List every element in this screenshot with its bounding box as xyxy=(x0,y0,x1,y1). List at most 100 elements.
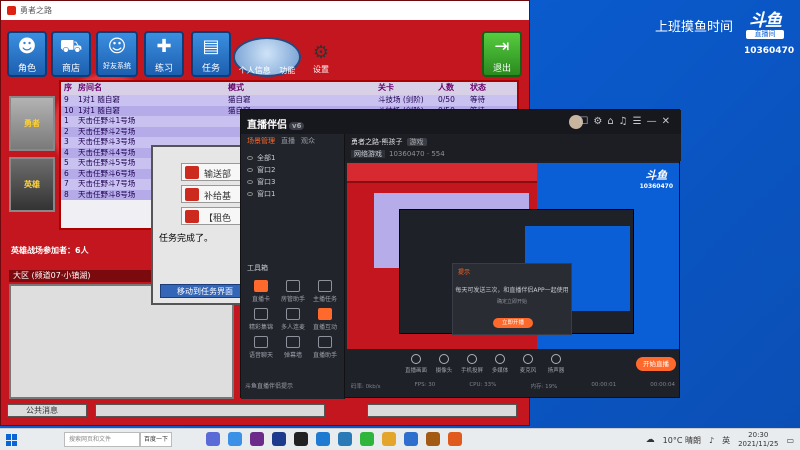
public-message-tab[interactable]: 公共消息 xyxy=(7,404,87,417)
room-category[interactable]: 网络游戏 xyxy=(351,150,385,158)
bottom-tools: 直播画面 摄像头 手机投屏 多媒体 麦克风 扬声器 xyxy=(405,354,567,374)
tool-label: 多人连麦 xyxy=(280,324,305,331)
edge-icon[interactable] xyxy=(316,432,330,446)
eye-icon[interactable] xyxy=(247,168,253,172)
stat-item: 码率: 0kb/s xyxy=(351,384,381,390)
qq-icon[interactable] xyxy=(294,432,308,446)
bottom-tool-icon xyxy=(439,354,449,364)
tool-item[interactable]: 弹幕墙 xyxy=(277,336,309,359)
taskbar-search-button[interactable]: 百度一下 xyxy=(140,432,172,447)
toolbar-task-button[interactable]: ▤ 任务 xyxy=(191,31,231,77)
game-app-icon[interactable] xyxy=(426,432,440,446)
tab-audience[interactable]: 观众 xyxy=(301,136,315,146)
tool-icon xyxy=(286,336,300,348)
task-view-icon[interactable] xyxy=(206,432,220,446)
cell-no: 8 xyxy=(64,189,69,199)
gear-icon: ⚙ xyxy=(312,42,330,63)
tool-item[interactable]: 多人连麦 xyxy=(277,308,309,331)
studio-app-icon[interactable] xyxy=(448,432,462,446)
bottom-tool[interactable]: 摄像头 xyxy=(433,354,455,374)
stat-item: 00:00:01 xyxy=(591,382,617,388)
table-header: 序 房间名 模式 关卡 人数 状态 xyxy=(61,82,517,95)
bottom-tool[interactable]: 直播画面 xyxy=(405,354,427,374)
eye-icon[interactable] xyxy=(247,192,253,196)
scene-item[interactable]: 窗口1 xyxy=(247,188,338,200)
browser-icon[interactable] xyxy=(338,432,352,446)
studio-titlebar[interactable]: 直播伴侣 v6 ☐⚙⌂♫☰—✕ xyxy=(241,110,681,134)
chat-input-secondary[interactable] xyxy=(367,404,517,417)
bottom-tool[interactable]: 手机投屏 xyxy=(461,354,483,374)
room-title: 勇者之路-熊孩子 游戏 xyxy=(351,137,427,147)
eye-icon[interactable] xyxy=(247,180,253,184)
premiere-icon[interactable] xyxy=(250,432,264,446)
monitor-icon[interactable] xyxy=(228,432,242,446)
side-avatars: 勇者 英雄 xyxy=(9,96,57,216)
douyu-app-icon[interactable] xyxy=(404,432,418,446)
studio-logo: 直播伴侣 v6 xyxy=(247,116,305,131)
eye-icon[interactable] xyxy=(247,156,253,160)
studio-version: v6 xyxy=(289,122,305,130)
folder-icon[interactable] xyxy=(382,432,396,446)
preview-logo-id: 10360470 xyxy=(639,183,673,190)
studio-notice[interactable]: 斗鱼直播伴侣提示 xyxy=(245,381,293,390)
bottom-tool[interactable]: 麦克风 xyxy=(517,354,539,374)
tool-item[interactable]: 直播互动 xyxy=(309,308,341,331)
avatar-hero[interactable]: 英雄 xyxy=(9,157,55,212)
bottom-tool[interactable]: 扬声器 xyxy=(545,354,567,374)
popup-ok-button[interactable]: 立即开播 xyxy=(493,318,533,328)
move-to-task-button[interactable]: 移动到任务界面 xyxy=(160,284,250,298)
tool-label: 主播任务 xyxy=(312,296,337,303)
taskbar-search-input[interactable]: 搜索网页和文件 xyxy=(64,432,140,447)
table-row[interactable]: 9 1对1 随自窘 猫自窘 斗技场 (剑阶) 0/50 等待 xyxy=(61,95,517,106)
preview-game-toolbar xyxy=(347,163,537,183)
tool-item[interactable]: 主播任务 xyxy=(309,280,341,303)
tool-label: 直播助手 xyxy=(312,352,337,359)
bottom-tool[interactable]: 多媒体 xyxy=(489,354,511,374)
studio-sidebar: 场景管理 直播 观众 全部1 窗口2 窗口3 窗口1 工具箱 直播卡 房管助手 主播… xyxy=(241,134,345,399)
temperature[interactable]: 10°C 晴朗 xyxy=(663,435,701,446)
windows-start-icon[interactable] xyxy=(6,434,18,446)
toolbar-role-button[interactable]: ☻ 角色 xyxy=(7,31,47,77)
notification-icon[interactable]: ▭ xyxy=(786,436,794,445)
chat-input[interactable] xyxy=(95,404,325,417)
toolbar-shop-button[interactable]: ⛟ 商店 xyxy=(51,31,91,77)
streaming-studio-window[interactable]: 直播伴侣 v6 ☐⚙⌂♫☰—✕ 场景管理 直播 观众 全部1 窗口2 窗口3 窗口… xyxy=(240,109,681,399)
settings-button[interactable]: ⚙ 设置 xyxy=(306,42,336,76)
room-meta: 网络游戏 10360470 · 554 xyxy=(351,149,445,159)
scene-item[interactable]: 窗口2 xyxy=(247,164,338,176)
photoshop-icon[interactable] xyxy=(272,432,286,446)
studio-window-controls[interactable]: ☐⚙⌂♫☰—✕ xyxy=(579,116,675,127)
mascot-menu[interactable]: 个人信息 功能 xyxy=(233,37,301,77)
preview-logo-mark: 斗鱼 xyxy=(645,169,668,182)
go-live-button[interactable]: 开始直播 xyxy=(636,357,676,371)
game-titlebar[interactable]: 勇者之路 xyxy=(1,1,529,20)
avatar-brave[interactable]: 勇者 xyxy=(9,96,55,151)
cell-no: 6 xyxy=(64,168,69,178)
toolbar-practice-button[interactable]: ✚ 练习 xyxy=(144,31,184,77)
tool-item[interactable]: 精彩集锦 xyxy=(245,308,277,331)
tool-label: 直播卡 xyxy=(251,296,270,303)
tab-scenes[interactable]: 场景管理 xyxy=(247,136,275,146)
tool-item[interactable]: 直播助手 xyxy=(309,336,341,359)
room-tag[interactable]: 游戏 xyxy=(406,138,427,146)
volume-icon[interactable]: ♪ xyxy=(709,436,714,445)
preview-logo: 斗鱼 10360470 xyxy=(640,167,673,190)
bottom-tool-label: 手机投屏 xyxy=(461,368,484,374)
cell-no: 2 xyxy=(64,126,69,136)
clock[interactable]: 20:30 2021/11/25 xyxy=(738,431,778,449)
tool-item[interactable]: 语音聊天 xyxy=(245,336,277,359)
toolbar-friends-button[interactable]: ☺ 好友系统 xyxy=(96,31,138,77)
stream-preview[interactable]: 提示 每天可发送三次，和直播伴侣APP一起使用 确定立即开始 立即开播 斗鱼 1… xyxy=(347,163,679,349)
weather-icon[interactable]: ☁ xyxy=(646,435,655,445)
scene-item[interactable]: 窗口3 xyxy=(247,176,338,188)
studio-app-name: 直播伴侣 xyxy=(247,120,287,131)
ime-indicator[interactable]: 英 xyxy=(722,435,730,446)
wechat-icon[interactable] xyxy=(360,432,374,446)
tool-item[interactable]: 直播卡 xyxy=(245,280,277,303)
tool-icon xyxy=(318,280,332,292)
scene-item[interactable]: 全部1 xyxy=(247,152,338,164)
tool-item[interactable]: 房管助手 xyxy=(277,280,309,303)
exit-button[interactable]: ⇥ 退出 xyxy=(482,31,522,77)
col-name: 房间名 xyxy=(78,83,102,92)
tab-live[interactable]: 直播 xyxy=(281,136,295,146)
